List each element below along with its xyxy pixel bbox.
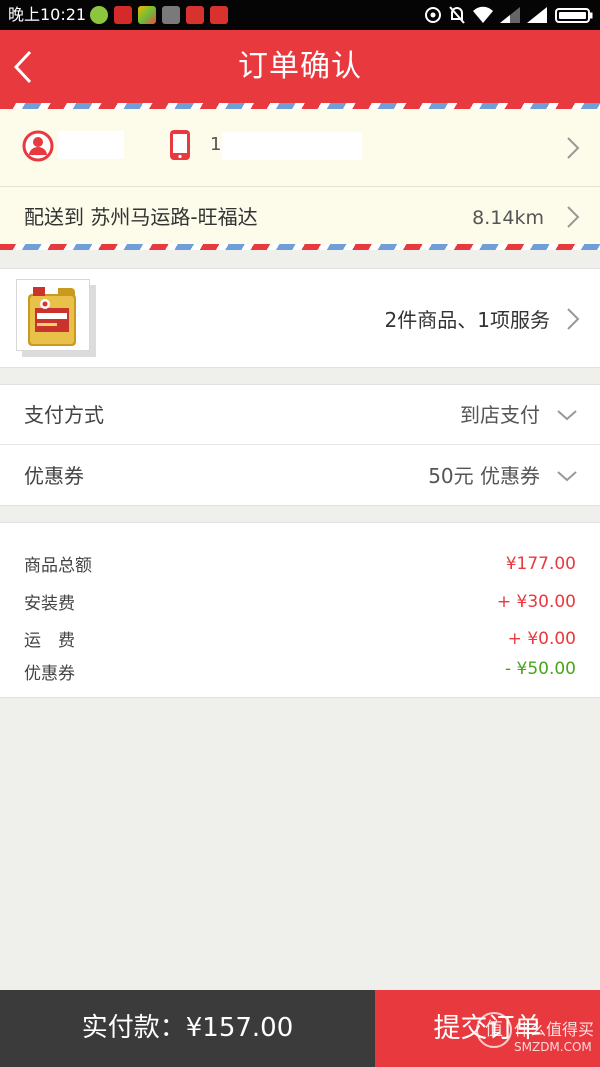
delivery-address-text: 苏州马运路-旺福达 — [90, 205, 258, 229]
phone-icon — [170, 130, 190, 160]
app-notification-icon — [186, 6, 204, 24]
contact-name-redacted — [58, 131, 124, 159]
chevron-down-icon — [557, 410, 577, 421]
battery-icon — [555, 8, 593, 23]
airmail-stripe — [0, 103, 600, 109]
payment-method-label: 支付方式 — [24, 403, 104, 427]
delivery-label: 配送到 — [24, 205, 84, 229]
payment-method-value: 到店支付 — [460, 403, 540, 427]
chevron-down-icon — [557, 471, 577, 482]
contact-phone: 1 — [210, 134, 222, 155]
order-confirm-screen: 晚上10:21 订单确认 1 配送到 苏州马运路-旺福达 8.14km 2件商品… — [0, 0, 600, 1067]
airmail-stripe — [0, 244, 600, 250]
chevron-right-icon — [567, 137, 580, 159]
hotspot-icon — [425, 7, 441, 23]
summary-label: 安装费 — [24, 594, 75, 614]
product-thumbnail — [16, 279, 90, 351]
summary-label: 商品总额 — [24, 556, 92, 576]
app-notification-icon — [210, 6, 228, 24]
summary-value: + ¥0.00 — [507, 629, 576, 649]
delivery-address: 配送到 苏州马运路-旺福达 — [24, 203, 258, 231]
app-notification-icon — [114, 6, 132, 24]
total-payable: 实付款：¥157.00 — [0, 990, 375, 1067]
wifi-icon — [473, 6, 493, 23]
watermark-url: SMZDM.COM — [514, 1040, 592, 1054]
total-value: ¥157.00 — [185, 1013, 294, 1043]
oil-bottle-image — [28, 287, 76, 346]
top-nav-bar: 订单确认 — [0, 30, 600, 103]
summary-label: 优惠券 — [24, 664, 75, 684]
status-bar: 晚上10:21 — [0, 0, 600, 30]
app-notification-icon — [90, 6, 108, 24]
row-divider — [0, 186, 600, 187]
coupon-value: 50元 优惠券 — [428, 464, 540, 488]
app-notification-icon — [162, 6, 180, 24]
summary-value: + ¥30.00 — [496, 592, 576, 612]
mute-icon — [449, 6, 465, 24]
chevron-right-icon — [567, 206, 580, 228]
app-notification-icon — [138, 6, 156, 24]
signal-icon — [500, 7, 520, 23]
delivery-distance: 8.14km — [472, 207, 544, 229]
page-title: 订单确认 — [238, 49, 362, 84]
summary-value: - ¥50.00 — [504, 659, 576, 679]
product-summary: 2件商品、1项服务 — [384, 308, 550, 332]
watermark-logo: 值 — [476, 1012, 512, 1048]
chevron-right-icon — [567, 308, 580, 330]
summary-label: 运 费 — [24, 631, 75, 651]
total-label: 实付款： — [81, 1013, 186, 1043]
coupon-label: 优惠券 — [24, 464, 84, 488]
status-time: 晚上10:21 — [8, 5, 87, 24]
user-icon — [22, 130, 54, 162]
contact-phone-redacted — [222, 132, 362, 160]
watermark-text: 什么值得买 — [514, 1020, 595, 1039]
summary-value: ¥177.00 — [505, 554, 576, 574]
signal-icon — [527, 7, 547, 23]
